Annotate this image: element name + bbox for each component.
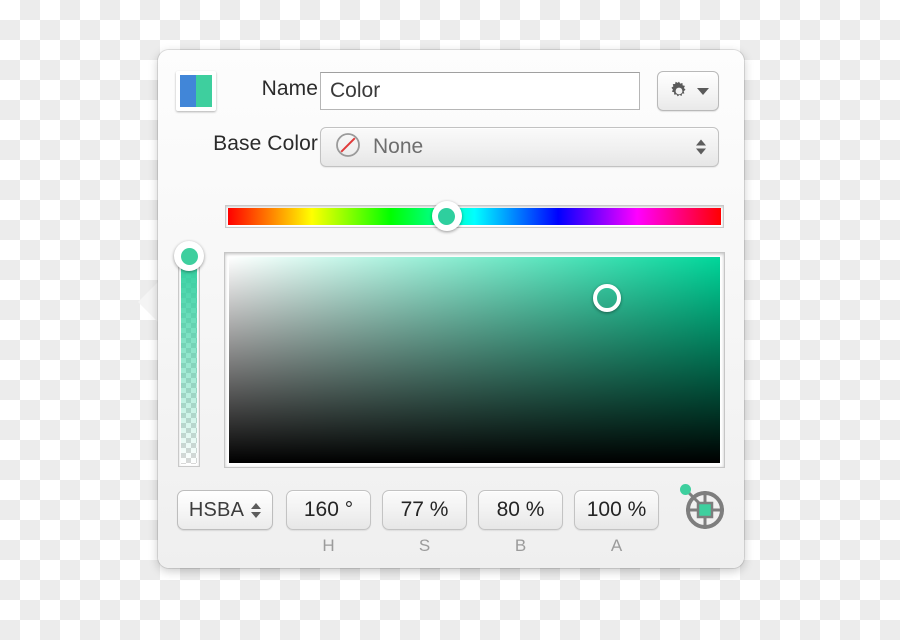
base-color-value: None	[373, 135, 424, 158]
hue-handle-color-dot	[438, 207, 456, 225]
saturation-field-caption: S	[418, 536, 431, 555]
color-swatch-right-half	[196, 75, 212, 107]
color-picker-panel: Name Base Color None	[158, 50, 744, 568]
base-color-stepper-icon[interactable]	[696, 139, 706, 155]
none-slash-icon	[335, 132, 361, 163]
color-swatch-left-half	[180, 75, 196, 107]
sb-brightness-gradient	[229, 257, 720, 463]
hue-slider-handle[interactable]	[431, 201, 462, 231]
alpha-field-caption: A	[610, 536, 623, 555]
saturation-brightness-picker[interactable]	[224, 252, 725, 468]
color-picker-target-icon[interactable]	[674, 478, 730, 534]
name-label: Name	[261, 77, 318, 100]
base-color-select[interactable]: None	[320, 127, 719, 167]
name-input[interactable]	[320, 72, 640, 110]
mode-stepper-up-icon	[251, 502, 262, 509]
sb-picker-cursor[interactable]	[593, 284, 622, 313]
color-swatch-inner	[180, 75, 212, 107]
stepper-up-icon	[696, 139, 706, 146]
brightness-value-field[interactable]: 80 %	[478, 490, 563, 530]
gear-menu-button[interactable]	[657, 71, 719, 111]
color-mode-stepper-icon[interactable]	[251, 502, 262, 518]
color-mode-label: HSBA	[188, 498, 245, 521]
alpha-checker-background	[181, 258, 197, 464]
color-mode-select[interactable]: HSBA	[177, 490, 273, 530]
hue-slider-track[interactable]	[225, 205, 724, 228]
hue-field-caption: H	[322, 536, 335, 555]
sb-gradient-area	[229, 257, 720, 463]
hue-gradient	[228, 208, 721, 225]
hue-value-field[interactable]: 160 °	[286, 490, 371, 530]
chevron-down-icon	[696, 86, 710, 96]
base-color-label: Base Color	[213, 132, 318, 155]
alpha-slider-handle[interactable]	[174, 241, 204, 271]
saturation-value-field[interactable]: 77 %	[382, 490, 467, 530]
stepper-down-icon	[696, 148, 706, 155]
gear-icon	[667, 79, 691, 103]
color-swatch[interactable]	[176, 71, 216, 111]
alpha-slider-track[interactable]	[178, 255, 200, 467]
brightness-field-caption: B	[514, 536, 527, 555]
alpha-handle-color-dot	[180, 247, 198, 265]
alpha-gradient	[181, 258, 197, 464]
alpha-value-field[interactable]: 100 %	[574, 490, 659, 530]
mode-stepper-down-icon	[251, 511, 262, 518]
